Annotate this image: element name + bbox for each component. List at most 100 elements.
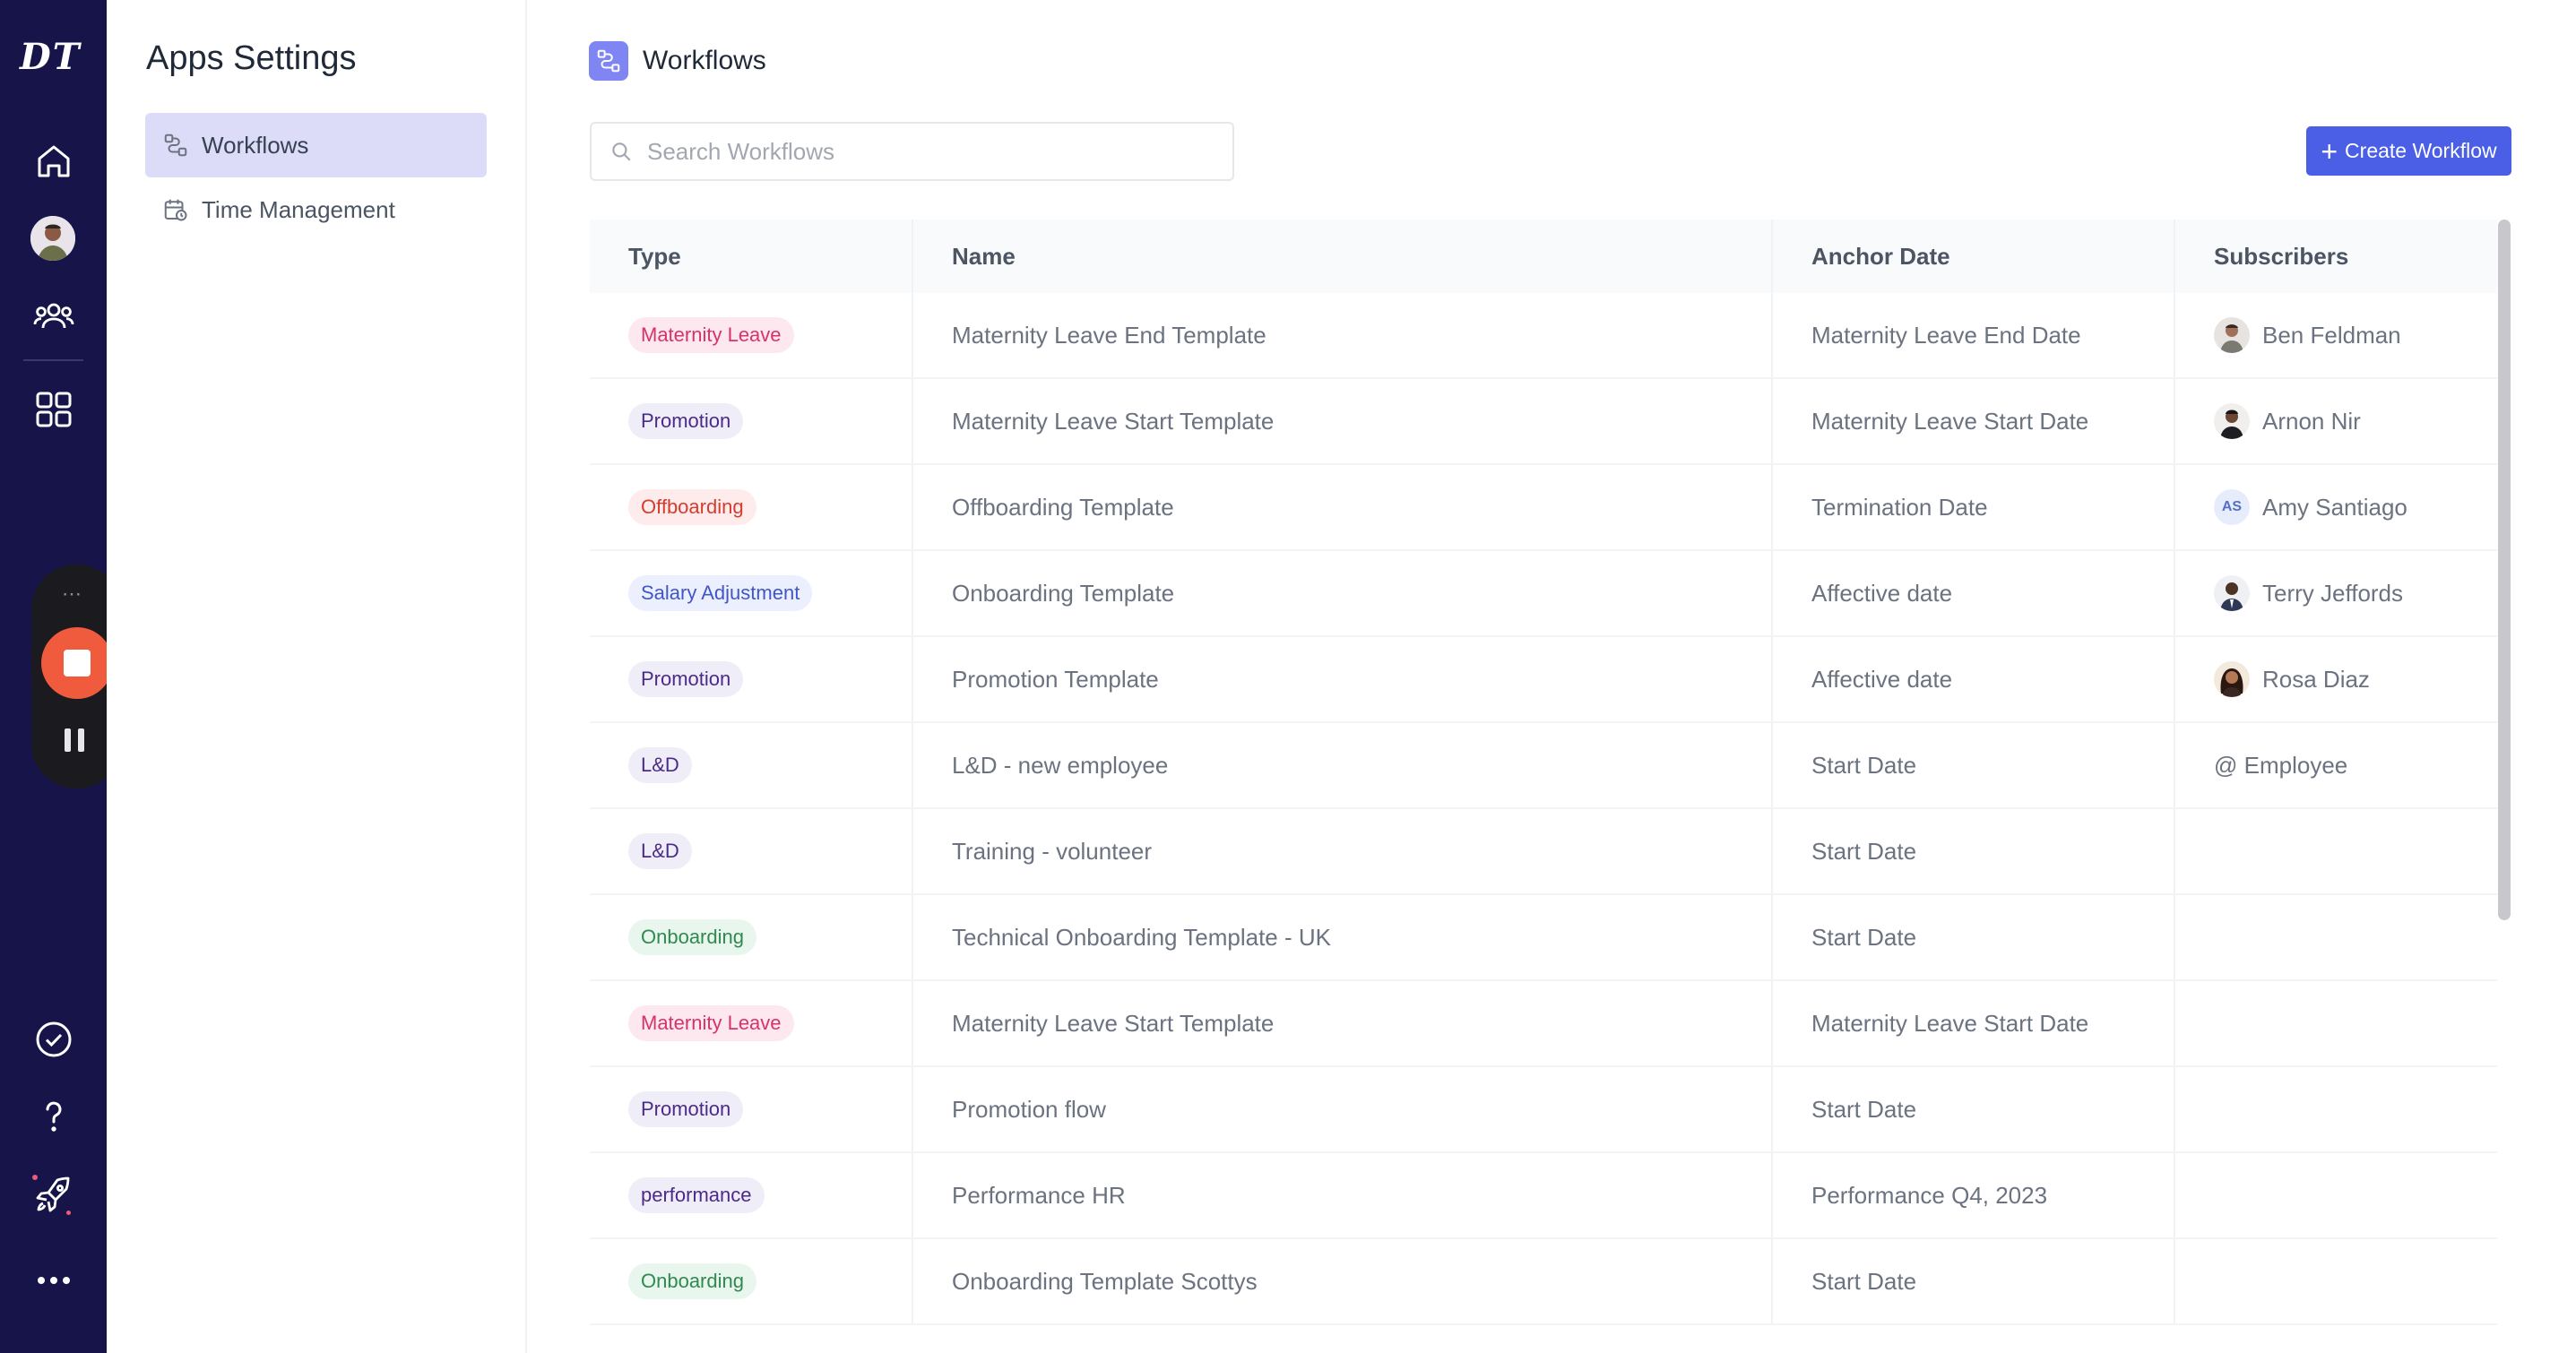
anchor-date-cell: Start Date	[1773, 809, 2175, 893]
workflow-name-cell[interactable]: Promotion flow	[913, 1067, 1773, 1151]
page-header: Workflows	[589, 41, 766, 81]
table-row[interactable]: L&D Training - volunteer Start Date	[590, 809, 2497, 895]
table-row[interactable]: Promotion Promotion flow Start Date	[590, 1067, 2497, 1153]
check-circle-icon[interactable]	[27, 1013, 81, 1066]
subscriber[interactable]: AS Amy Santiago	[2214, 489, 2407, 525]
stop-icon	[64, 650, 91, 676]
column-header-name[interactable]: Name	[913, 220, 1773, 293]
more-icon[interactable]	[27, 1254, 81, 1307]
plus-icon: +	[2321, 134, 2338, 168]
type-cell: Offboarding	[590, 465, 913, 549]
subscribers-cell: Ben Feldman	[2175, 293, 2497, 377]
anchor-date-cell: Start Date	[1773, 1239, 2175, 1323]
stop-recording-button[interactable]	[41, 627, 113, 699]
settings-item-time-management[interactable]: Time Management	[145, 177, 487, 242]
anchor-date-cell: Start Date	[1773, 895, 2175, 979]
workflow-name-cell[interactable]: Promotion Template	[913, 637, 1773, 721]
table-row[interactable]: Onboarding Technical Onboarding Template …	[590, 895, 2497, 981]
drag-handle[interactable]: ⋯	[62, 582, 83, 606]
type-tag: L&D	[628, 833, 692, 869]
subscriber[interactable]: Ben Feldman	[2214, 317, 2401, 353]
avatar	[2214, 575, 2250, 611]
column-header-subscribers[interactable]: Subscribers	[2175, 220, 2497, 293]
subscribers-cell	[2175, 809, 2497, 893]
subscribers-cell	[2175, 981, 2497, 1065]
type-tag: Promotion	[628, 1091, 744, 1127]
help-icon[interactable]	[27, 1090, 81, 1143]
subscriber-name: Arnon Nir	[2262, 407, 2361, 435]
type-tag: Maternity Leave	[628, 1005, 794, 1041]
type-tag: Salary Adjustment	[628, 575, 813, 611]
table-row[interactable]: Offboarding Offboarding Template Terminati…	[590, 465, 2497, 551]
workflow-name-cell[interactable]: Technical Onboarding Template - UK	[913, 895, 1773, 979]
anchor-date-cell: Affective date	[1773, 637, 2175, 721]
page-title: Workflows	[643, 46, 766, 75]
workflow-name-cell[interactable]: Onboarding Template	[913, 551, 1773, 635]
subscriber[interactable]: @ Employee	[2214, 752, 2347, 780]
profile-avatar[interactable]	[30, 216, 75, 261]
type-tag: Maternity Leave	[628, 317, 794, 353]
nav-divider	[23, 359, 83, 361]
home-icon[interactable]	[27, 134, 81, 188]
apps-grid-icon[interactable]	[27, 383, 81, 436]
subscriber[interactable]: Arnon Nir	[2214, 403, 2361, 439]
table-row[interactable]: performance Performance HR Performance Q4,…	[590, 1153, 2497, 1239]
workflow-name-cell[interactable]: L&D - new employee	[913, 723, 1773, 807]
calendar-clock-icon	[162, 196, 189, 223]
table-row[interactable]: Maternity Leave Maternity Leave End Templ…	[590, 293, 2497, 379]
type-tag: Promotion	[628, 661, 744, 697]
type-cell: performance	[590, 1153, 913, 1237]
type-cell: Salary Adjustment	[590, 551, 913, 635]
app-logo[interactable]: DT	[20, 36, 81, 78]
table-body: Maternity Leave Maternity Leave End Templ…	[590, 293, 2497, 1325]
table-scrollbar[interactable]	[2498, 220, 2511, 920]
type-tag: Offboarding	[628, 489, 756, 525]
column-header-anchor-date[interactable]: Anchor Date	[1773, 220, 2175, 293]
settings-item-label: Workflows	[202, 131, 309, 159]
subscriber[interactable]: Rosa Diaz	[2214, 661, 2370, 697]
table-row[interactable]: Promotion Maternity Leave Start Template M…	[590, 379, 2497, 465]
workflows-table: Type Name Anchor Date Subscribers Matern…	[590, 220, 2497, 1325]
anchor-date-cell: Termination Date	[1773, 465, 2175, 549]
table-row[interactable]: Onboarding Onboarding Template Scottys Sta…	[590, 1239, 2497, 1325]
anchor-date-cell: Maternity Leave Start Date	[1773, 379, 2175, 463]
settings-title: Apps Settings	[146, 39, 357, 77]
pause-button[interactable]	[65, 728, 84, 752]
avatar: AS	[2214, 489, 2250, 525]
settings-item-workflows[interactable]: Workflows	[145, 113, 487, 177]
rocket-icon[interactable]	[27, 1168, 81, 1221]
subscribers-cell	[2175, 1239, 2497, 1323]
type-tag: L&D	[628, 747, 692, 783]
anchor-date-cell: Start Date	[1773, 1067, 2175, 1151]
type-cell: Maternity Leave	[590, 981, 913, 1065]
subscriber[interactable]: Terry Jeffords	[2214, 575, 2403, 611]
workflow-name-cell[interactable]: Maternity Leave End Template	[913, 293, 1773, 377]
subscribers-cell: @ Employee	[2175, 723, 2497, 807]
workflow-name-cell[interactable]: Offboarding Template	[913, 465, 1773, 549]
create-workflow-button[interactable]: + Create Workflow	[2306, 126, 2511, 176]
anchor-date-cell: Affective date	[1773, 551, 2175, 635]
subscribers-cell: Arnon Nir	[2175, 379, 2497, 463]
people-icon[interactable]	[27, 289, 81, 342]
workflow-name-cell[interactable]: Onboarding Template Scottys	[913, 1239, 1773, 1323]
type-cell: Promotion	[590, 1067, 913, 1151]
anchor-date-cell: Maternity Leave End Date	[1773, 293, 2175, 377]
workflow-name-cell[interactable]: Maternity Leave Start Template	[913, 379, 1773, 463]
subscribers-cell	[2175, 1153, 2497, 1237]
workflow-name-cell[interactable]: Training - volunteer	[913, 809, 1773, 893]
table-row[interactable]: L&D L&D - new employee Start Date @ Employe…	[590, 723, 2497, 809]
avatar	[2214, 661, 2250, 697]
type-cell: L&D	[590, 809, 913, 893]
workflow-icon	[162, 132, 189, 159]
type-cell: L&D	[590, 723, 913, 807]
table-row[interactable]: Maternity Leave Maternity Leave Start Tem…	[590, 981, 2497, 1067]
table-row[interactable]: Salary Adjustment Onboarding Template Affe…	[590, 551, 2497, 637]
search-input[interactable]	[647, 137, 1221, 166]
workflow-name-cell[interactable]: Performance HR	[913, 1153, 1773, 1237]
workflow-name-cell[interactable]: Maternity Leave Start Template	[913, 981, 1773, 1065]
table-row[interactable]: Promotion Promotion Template Affective dat…	[590, 637, 2497, 723]
workflow-icon	[589, 41, 628, 81]
column-header-type[interactable]: Type	[590, 220, 913, 293]
subscribers-cell	[2175, 1067, 2497, 1151]
type-cell: Onboarding	[590, 1239, 913, 1323]
